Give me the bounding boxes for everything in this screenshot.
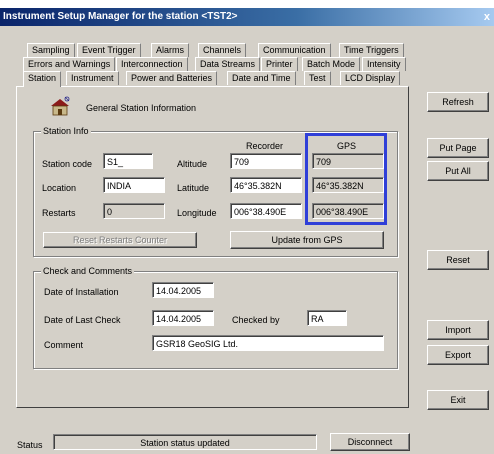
- tab-sampling[interactable]: Sampling: [27, 43, 75, 57]
- altitude-recorder-input[interactable]: 709: [230, 153, 302, 169]
- station-code-label: Station code: [42, 159, 93, 169]
- tab-batch-mode[interactable]: Batch Mode: [302, 57, 361, 71]
- close-icon[interactable]: x: [484, 8, 490, 26]
- last-check-date-input[interactable]: 14.04.2005: [152, 310, 214, 326]
- installation-date-input[interactable]: 14.04.2005: [152, 282, 214, 298]
- longitude-recorder-input[interactable]: 006°38.490E: [230, 203, 302, 219]
- comment-input[interactable]: GSR18 GeoSIG Ltd.: [152, 335, 384, 351]
- update-from-gps-button[interactable]: Update from GPS: [230, 231, 384, 249]
- tab-instrument[interactable]: Instrument: [66, 71, 119, 85]
- comment-label: Comment: [44, 340, 84, 350]
- tab-lcd-display[interactable]: LCD Display: [340, 71, 401, 85]
- tab-interconnection[interactable]: Interconnection: [116, 57, 188, 71]
- tab-test[interactable]: Test: [304, 71, 331, 85]
- station-house-icon: [49, 96, 71, 116]
- location-label: Location: [42, 183, 77, 193]
- restarts-label: Restarts: [42, 208, 76, 218]
- tab-data-streams[interactable]: Data Streams: [195, 57, 261, 71]
- tab-communication[interactable]: Communication: [258, 43, 331, 57]
- import-button[interactable]: Import: [427, 320, 489, 340]
- tab-errors-and-warnings[interactable]: Errors and Warnings: [23, 57, 116, 71]
- tab-time-triggers[interactable]: Time Triggers: [339, 43, 404, 57]
- tab-channels[interactable]: Channels: [198, 43, 247, 57]
- recorder-column-header: Recorder: [246, 141, 284, 151]
- status-label: Status: [17, 440, 43, 450]
- tab-date-and-time[interactable]: Date and Time: [227, 71, 296, 85]
- reset-button[interactable]: Reset: [427, 250, 489, 270]
- location-input[interactable]: INDIA: [103, 177, 165, 193]
- station-code-input[interactable]: S1_: [103, 153, 153, 169]
- tab-station[interactable]: Station: [23, 71, 62, 87]
- restarts-field: 0: [103, 203, 165, 219]
- title-bar: Instrument Setup Manager for the station…: [0, 8, 494, 26]
- latitude-recorder-input[interactable]: 46°35.382N: [230, 177, 302, 193]
- tab-intensity[interactable]: Intensity: [362, 57, 406, 71]
- window-title: Instrument Setup Manager for the station…: [3, 11, 238, 22]
- tab-power-and-batteries[interactable]: Power and Batteries: [126, 71, 218, 85]
- checked-by-input[interactable]: RA: [307, 310, 347, 326]
- tab-alarms[interactable]: Alarms: [151, 43, 190, 57]
- check-comments-title: Check and Comments: [41, 266, 135, 276]
- tab-event-trigger[interactable]: Event Trigger: [77, 43, 141, 57]
- put-page-button[interactable]: Put Page: [427, 138, 489, 158]
- altitude-label: Altitude: [177, 159, 208, 169]
- installation-date-label: Date of Installation: [44, 287, 119, 297]
- tab-printer[interactable]: Printer: [261, 57, 298, 71]
- disconnect-button[interactable]: Disconnect: [330, 433, 410, 451]
- section-title: General Station Information: [86, 103, 197, 113]
- gps-highlight-box: [305, 133, 387, 225]
- checked-by-label: Checked by: [232, 315, 280, 325]
- refresh-button[interactable]: Refresh: [427, 92, 489, 112]
- status-text: Station status updated: [53, 434, 317, 450]
- reset-restarts-button[interactable]: Reset Restarts Counter: [43, 232, 197, 248]
- last-check-label: Date of Last Check: [44, 315, 121, 325]
- station-info-title: Station Info: [41, 126, 91, 136]
- put-all-button[interactable]: Put All: [427, 161, 489, 181]
- exit-button[interactable]: Exit: [427, 390, 489, 410]
- export-button[interactable]: Export: [427, 345, 489, 365]
- latitude-label: Latitude: [177, 183, 210, 193]
- longitude-label: Longitude: [177, 208, 217, 218]
